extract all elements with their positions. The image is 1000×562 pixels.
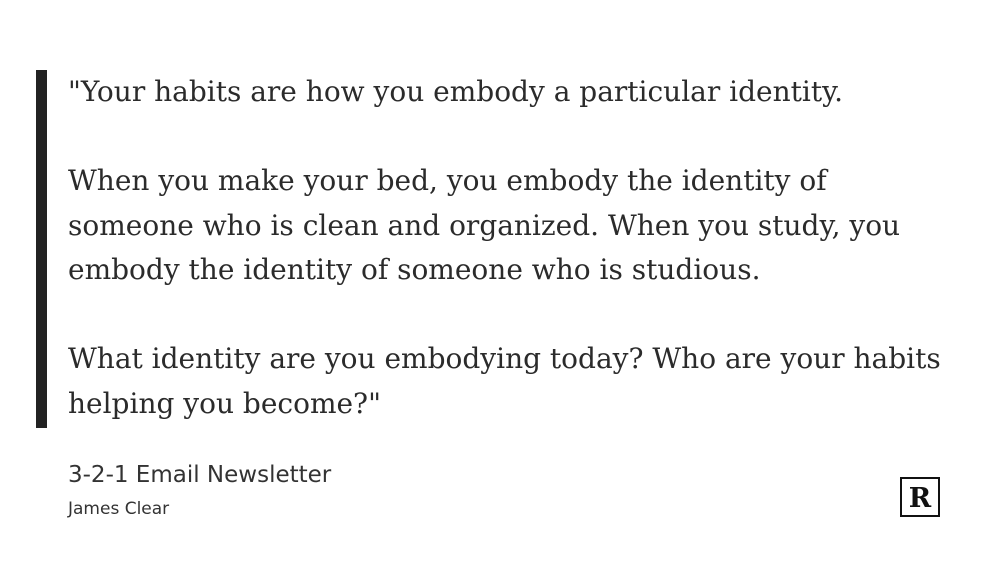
quote-paragraph-2: When you make your bed, you embody the i… [68, 164, 901, 286]
quote-paragraph-1: "Your habits are how you embody a partic… [68, 75, 844, 108]
source-author: James Clear [68, 499, 170, 519]
source-title: 3-2-1 Email Newsletter [68, 462, 332, 488]
quote-block: "Your habits are how you embody a partic… [68, 70, 948, 426]
quote-accent-bar [36, 70, 47, 428]
r-logo-icon: R [900, 477, 940, 517]
r-logo-glyph: R [909, 483, 932, 514]
r-logo-letter: R [909, 483, 932, 514]
quote-paragraph-3: What identity are you embodying today? W… [68, 342, 941, 420]
